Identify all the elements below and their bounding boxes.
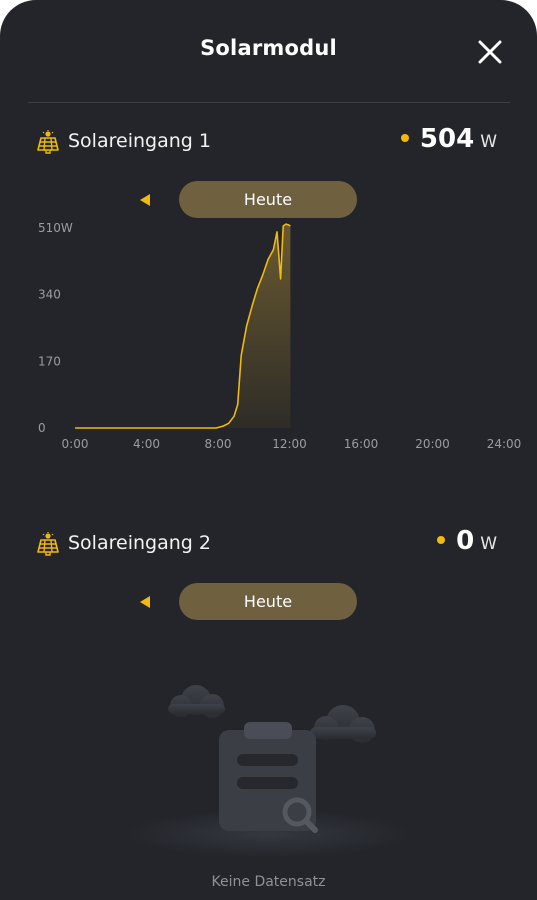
empty-state: Keine Datensatz [0, 670, 537, 900]
date-pill[interactable]: Heute [179, 181, 357, 218]
solar-panel-icon [37, 130, 59, 154]
solar-input-1-power: 504 W [400, 124, 497, 160]
solar-input-2-label: Solareingang 2 [68, 532, 211, 554]
x-tick-label: 24:00 [487, 437, 522, 451]
header-divider [28, 102, 510, 103]
previous-day-arrow-icon[interactable] [138, 193, 152, 207]
solar-input-1-header: Solareingang 1 504 W [0, 124, 537, 160]
x-tick-label: 20:00 [415, 437, 450, 451]
solar-input-2-power: 0 W [437, 526, 497, 562]
previous-day-arrow-icon[interactable] [138, 595, 152, 609]
power-value: 504 [419, 124, 475, 154]
date-pill[interactable]: Heute [179, 583, 357, 620]
solar-input-2-date-selector: Heute [0, 583, 537, 621]
x-tick-label: 12:00 [272, 437, 307, 451]
x-tick-label: 8:00 [205, 437, 232, 451]
y-tick-label: 0 [38, 421, 46, 435]
y-tick-label: 340 [38, 288, 61, 302]
status-dot [400, 134, 409, 142]
y-tick-label: 510W [38, 221, 73, 235]
chart-area-fill [75, 224, 291, 428]
header: Solarmodul [0, 0, 537, 104]
close-button[interactable] [474, 36, 506, 68]
solar-input-1-date-selector: Heute [0, 181, 537, 219]
close-icon [478, 40, 502, 64]
x-tick-label: 16:00 [344, 437, 379, 451]
empty-state-message: Keine Datensatz [211, 874, 326, 890]
solar-module-sheet: Solarmodul Solareingang 1 504 W Heute 0 … [0, 0, 537, 900]
empty-clipboard-search-icon [126, 685, 410, 858]
power-unit: W [480, 534, 497, 554]
page-title: Solarmodul [200, 36, 337, 60]
x-tick-label: 0:00 [62, 437, 89, 451]
status-dot [437, 536, 446, 544]
x-tick-label: 4:00 [133, 437, 160, 451]
solar-input-2-header: Solareingang 2 0 W [0, 526, 537, 562]
power-unit: W [480, 132, 497, 152]
solar-input-1-chart: 0 170 340 510W 0:00 4:00 8:00 12:00 16:00 20:00 2… [38, 221, 522, 451]
solar-input-1-label: Solareingang 1 [68, 130, 211, 152]
power-value: 0 [456, 526, 475, 556]
solar-panel-icon [37, 532, 59, 556]
y-tick-label: 170 [38, 354, 61, 368]
